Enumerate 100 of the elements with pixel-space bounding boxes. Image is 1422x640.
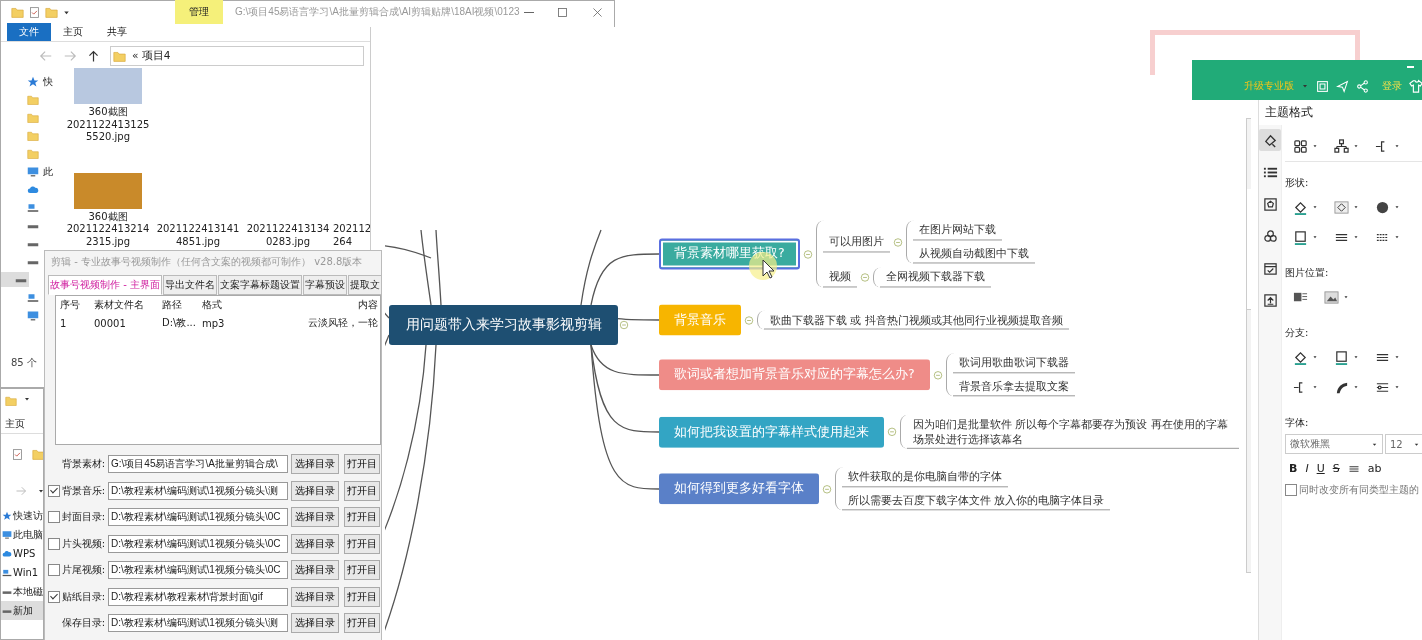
column-header[interactable]: 路径 xyxy=(158,298,198,312)
text-style-button[interactable]: I xyxy=(1305,462,1309,475)
checkbox[interactable] xyxy=(47,511,60,524)
directory-button[interactable]: 选择目录 xyxy=(291,560,339,581)
clover-icon xyxy=(1262,228,1278,244)
subtopic[interactable]: 从视频自动截图中下载 xyxy=(912,244,1035,264)
window-title: G:\项目45易语言学习\A批量剪辑合成\AI剪辑贴牌\18AI视频\0123 xyxy=(235,5,520,19)
network-icon xyxy=(27,291,39,304)
directory-button[interactable]: 打开目 xyxy=(344,586,380,607)
caret-icon xyxy=(1353,204,1359,210)
directory-button[interactable]: 选择目录 xyxy=(291,480,339,501)
subtopic[interactable]: 软件获取的是你电脑自带的字体 xyxy=(842,467,1008,487)
nav-item[interactable]: 快 xyxy=(1,74,55,89)
ribbon-tab[interactable]: 主页 xyxy=(51,23,95,41)
directory-button[interactable]: 打开目 xyxy=(344,454,380,475)
brush-tab[interactable] xyxy=(1259,129,1281,151)
directory-button[interactable]: 打开目 xyxy=(344,507,380,528)
send-icon xyxy=(1336,79,1349,93)
path-field[interactable]: D:\教程素材\编码测试\1视频分镜头\0C xyxy=(108,561,288,580)
subtopic[interactable]: 可以用图片 xyxy=(822,232,890,252)
file-item[interactable]: 2021122413134 0283.jpg xyxy=(243,223,333,248)
subtopic[interactable]: 视频 xyxy=(822,267,857,288)
caret-icon xyxy=(1312,234,1318,240)
caret-icon xyxy=(1394,384,1400,390)
photo-placeholder xyxy=(74,68,142,104)
ribbon-tab[interactable]: 文件 xyxy=(7,23,51,41)
subtopic[interactable]: 所以需要去百度下载字体文件 放入你的电脑字体目录 xyxy=(842,491,1111,511)
context-tab[interactable]: 管理 xyxy=(175,0,223,24)
column-header[interactable]: 序号 xyxy=(56,298,90,312)
table-cell-text: mp3 xyxy=(201,317,226,329)
checkbox[interactable] xyxy=(47,590,60,603)
directory-button[interactable]: 打开目 xyxy=(344,480,380,501)
directory-button[interactable]: 选择目录 xyxy=(291,507,339,528)
directory-button[interactable]: 选择目录 xyxy=(291,454,339,475)
subtopic[interactable]: 歌词用歌曲歌词下载器 xyxy=(952,353,1075,373)
highlight-button[interactable]: ab xyxy=(1367,462,1382,475)
subtopic[interactable]: 背景音乐拿去提取文案 xyxy=(952,377,1075,397)
subtopic[interactable]: 歌曲下载器下载 或 抖音热门视频或其他同行业视频提取音频 xyxy=(764,310,1069,330)
column-header[interactable]: 内容 xyxy=(258,298,380,312)
pc-icon xyxy=(2,529,12,540)
network-icon xyxy=(2,567,12,578)
text-style-button[interactable]: U xyxy=(1316,462,1325,475)
caret-icon xyxy=(1353,354,1359,360)
path-field[interactable]: D:\教程素材\编码测试\1视频分镜头\0C xyxy=(108,534,288,553)
ribbon-tab[interactable]: 主页 xyxy=(1,407,43,434)
font-family-dropdown[interactable]: 微软雅黑 xyxy=(1285,434,1383,454)
shirt-icon xyxy=(1409,79,1422,93)
nav-item[interactable]: WPS xyxy=(1,544,43,563)
checkbox[interactable] xyxy=(47,537,60,550)
pc-icon xyxy=(27,309,39,322)
nav-item[interactable]: Win1 xyxy=(1,563,43,582)
directory-button[interactable]: 打开目 xyxy=(344,533,380,554)
ribbon-tab[interactable]: 共享 xyxy=(95,23,139,41)
minimize-icon[interactable] xyxy=(524,11,534,13)
address-bar[interactable]: « 项目4 xyxy=(110,46,364,66)
caret-icon xyxy=(1394,234,1400,240)
checkbox[interactable] xyxy=(47,484,60,497)
nav-item[interactable]: 本地磁 xyxy=(1,582,43,601)
tab[interactable]: 文案字幕标题设置 xyxy=(217,275,302,295)
path-field[interactable]: D:\教程素材\教程素材\背景封面\gif xyxy=(108,587,288,606)
tab[interactable]: 字幕预设 xyxy=(302,275,347,295)
collapse-icon xyxy=(887,427,897,437)
path-field[interactable]: D:\教程素材\编码测试\1视频分镜头\测 xyxy=(108,481,288,500)
forward-icon xyxy=(63,49,77,63)
text-style-button[interactable]: B xyxy=(1289,462,1298,475)
root-topic[interactable]: 用问题带入来学习故事影视剪辑 xyxy=(389,305,618,345)
caret-icon xyxy=(1394,143,1400,149)
subtopic[interactable]: 因为咱们是批量软件 所以每个字幕都要存为预设 再在使用的字幕场景处进行选择该幕名 xyxy=(907,414,1239,450)
nav-item[interactable]: 此 xyxy=(1,164,55,179)
nav-item[interactable]: 此电脑 xyxy=(1,525,43,544)
file-item[interactable]: 360截图 2021122413214 2315.jpg xyxy=(63,172,153,248)
tab[interactable]: 提取文 xyxy=(347,275,381,295)
paint-bucket-icon xyxy=(1293,199,1308,215)
directory-button[interactable]: 选择目录 xyxy=(291,533,339,554)
section-label: 图片位置: xyxy=(1285,266,1330,280)
checkbox[interactable] xyxy=(1285,484,1297,496)
directory-button[interactable]: 选择目录 xyxy=(291,586,339,607)
checkbox[interactable] xyxy=(47,564,60,577)
path-field[interactable]: D:\教程素材\编码测试\1视频分镜头\0C xyxy=(108,508,288,527)
subtopic[interactable]: 在图片网站下载 xyxy=(912,220,1002,241)
field-label: 片头视频: xyxy=(61,536,105,551)
subtopic[interactable]: 全网视频下载器下载 xyxy=(879,267,991,288)
column-header[interactable]: 格式 xyxy=(198,298,258,312)
nav-item[interactable] xyxy=(1,272,29,287)
nav-item[interactable]: 快速访 xyxy=(1,506,43,525)
text-style-button[interactable]: S xyxy=(1332,462,1340,475)
directory-button[interactable]: 选择目录 xyxy=(291,613,339,634)
tab[interactable]: 故事号视频制作 - 主界面 xyxy=(48,275,162,295)
column-header[interactable]: 素材文件名 xyxy=(90,298,158,312)
branch-topic[interactable]: 如何得到更多好看字体 xyxy=(659,473,819,505)
file-item[interactable]: 2021122413141 4851.jpg xyxy=(153,223,243,248)
nav-item[interactable]: 新加 xyxy=(1,601,43,620)
tab[interactable]: 导出文件名 xyxy=(162,275,217,295)
circle-icon xyxy=(1375,199,1390,215)
file-item[interactable]: 360截图 2021122413125 5520.jpg xyxy=(63,68,153,144)
directory-button[interactable]: 打开目 xyxy=(344,613,380,634)
path-field[interactable]: D:\教程素材\编码测试\1视频分镜头\测 xyxy=(108,614,288,633)
font-size-dropdown[interactable]: 12 xyxy=(1385,434,1422,454)
directory-button[interactable]: 打开目 xyxy=(344,560,380,581)
path-field[interactable]: G:\项目45易语言学习\A批量剪辑合成\ xyxy=(108,455,288,474)
